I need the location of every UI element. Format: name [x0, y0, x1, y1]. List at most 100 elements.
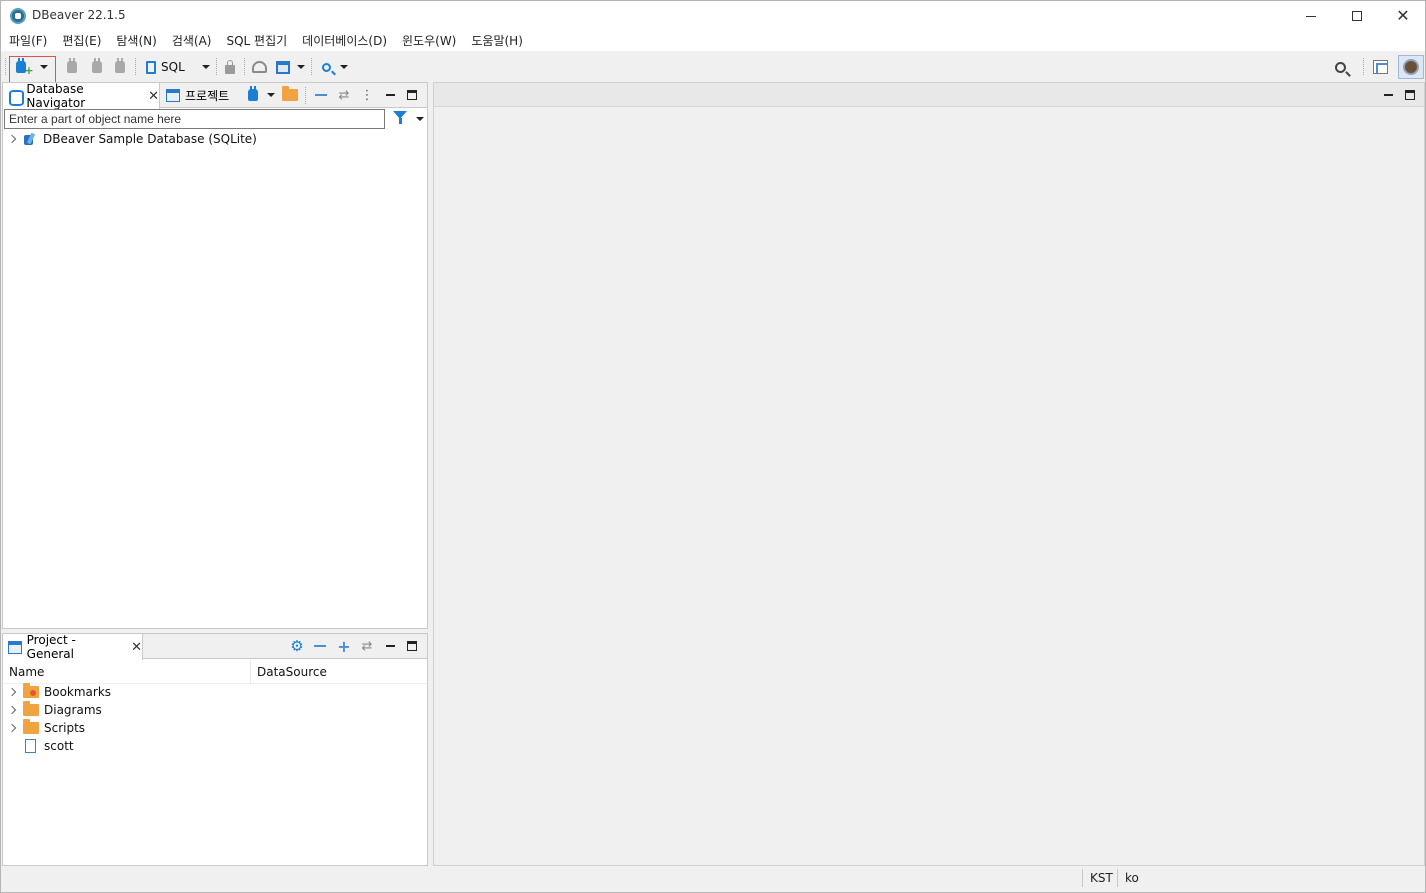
project-item-diagrams[interactable]: Diagrams [7, 700, 102, 719]
project-item-scott[interactable]: scott [9, 737, 74, 755]
link-with-editor-button[interactable]: ⇄ [358, 638, 376, 654]
maximize-panel-button[interactable] [405, 88, 419, 102]
menu-file[interactable]: 파일(F) [3, 31, 53, 51]
tree-item-label: Diagrams [44, 703, 102, 717]
status-bar: KST ko [1, 867, 1425, 892]
window-title: DBeaver 22.1.5 [32, 8, 126, 22]
sql-editor-button[interactable]: SQL [146, 56, 191, 78]
search-icon [321, 62, 331, 72]
close-icon[interactable]: ✕ [148, 89, 159, 104]
menu-window[interactable]: 윈도우(W) [396, 31, 462, 51]
chevron-right-icon[interactable] [7, 723, 17, 733]
project-item-bookmarks[interactable]: Bookmarks [7, 682, 112, 701]
maximize-icon [407, 641, 417, 651]
tab-label: 프로젝트 [185, 89, 230, 103]
plus-icon: + [24, 63, 34, 77]
reconnect-icon [92, 58, 102, 73]
connect-button[interactable] [63, 56, 81, 78]
menu-navigate[interactable]: 탐색(N) [110, 31, 162, 51]
menu-edit[interactable]: 편집(E) [56, 31, 107, 51]
chevron-right-icon[interactable] [7, 687, 17, 697]
dbeaver-window: DBeaver 22.1.5 ✕ 파일(F) 편집(E) 탐색(N) 검색(A)… [0, 0, 1426, 893]
chevron-right-icon[interactable] [7, 134, 17, 144]
collapse-all-button[interactable] [312, 639, 328, 653]
maximize-button[interactable] [1334, 1, 1380, 31]
editor-area [433, 82, 1425, 866]
new-connection-dropdown[interactable] [265, 88, 277, 102]
new-connection-button[interactable]: + [15, 56, 35, 78]
chevron-down-icon [202, 65, 210, 69]
project-icon [8, 640, 22, 654]
menu-sql-editor[interactable]: SQL 편집기 [220, 31, 293, 51]
new-folder-button[interactable] [281, 86, 299, 102]
tree-item-label: Bookmarks [44, 685, 112, 699]
plug-icon [248, 86, 258, 101]
file-icon [25, 739, 36, 753]
link-with-editor-button[interactable]: ⇄ [335, 88, 353, 103]
toolbar-separator [244, 58, 245, 75]
menu-help[interactable]: 도움말(H) [465, 31, 529, 51]
chevron-right-icon[interactable] [7, 705, 17, 715]
transaction-dropdown[interactable] [295, 56, 307, 78]
maximize-panel-button[interactable] [405, 639, 419, 653]
collapse-all-icon [315, 94, 327, 96]
minimize-editor-button[interactable] [1381, 88, 1395, 102]
scripts-folder-icon [23, 718, 39, 735]
collapse-all-button[interactable] [313, 88, 329, 102]
column-header-name[interactable]: Name [3, 660, 251, 684]
chevron-down-icon [297, 65, 305, 69]
reconnect-button[interactable] [87, 56, 107, 78]
view-menu-button[interactable]: ⋮ [361, 88, 374, 103]
project-general-panel: Project - General ✕ ⚙ + ⇄ Name DataSourc… [2, 633, 428, 866]
menu-database[interactable]: 데이터베이스(D) [296, 31, 393, 51]
new-connection-dropdown[interactable] [38, 56, 50, 78]
link-with-editor-icon: ⇄ [361, 638, 373, 654]
expand-all-button[interactable]: + [336, 636, 352, 656]
maximize-icon [1405, 90, 1415, 100]
new-connection-button[interactable] [245, 86, 261, 102]
editor-tabbar [434, 83, 1424, 107]
project-tabbar: Project - General ✕ ⚙ + ⇄ [3, 633, 427, 661]
configure-button[interactable]: ⚙ [289, 637, 305, 655]
search-dropdown[interactable] [338, 56, 350, 78]
minimize-panel-button[interactable] [383, 88, 397, 102]
gauge-icon [251, 61, 267, 73]
minimize-button[interactable] [1288, 1, 1334, 31]
main-toolbar: + SQL [1, 51, 1425, 83]
expand-all-icon: + [337, 636, 351, 656]
database-icon [8, 89, 25, 106]
transaction-log-button[interactable] [273, 56, 293, 78]
tab-database-navigator[interactable]: Database Navigator ✕ [3, 82, 160, 110]
status-locale: ko [1125, 871, 1139, 885]
close-icon: ✕ [1396, 6, 1410, 25]
transaction-lock-button[interactable] [221, 56, 239, 78]
navigator-tabbar: Database Navigator ✕ 프로젝트 ⇄ ⋮ [3, 82, 427, 110]
search-button[interactable] [317, 56, 335, 78]
tab-label: Database Navigator [26, 82, 86, 110]
column-header-datasource[interactable]: DataSource [251, 660, 427, 684]
maximize-editor-button[interactable] [1403, 88, 1417, 102]
transaction-mode-button[interactable] [249, 56, 269, 78]
minimize-panel-button[interactable] [383, 639, 397, 653]
dbeaver-perspective-button[interactable] [1398, 55, 1424, 79]
project-item-scripts[interactable]: Scripts [7, 718, 85, 737]
chevron-down-icon[interactable] [416, 117, 424, 121]
tab-projects[interactable]: 프로젝트 [161, 83, 241, 108]
chevron-down-icon [267, 93, 275, 97]
folder-add-icon [282, 86, 298, 101]
menu-search[interactable]: 검색(A) [166, 31, 218, 51]
sql-editor-dropdown[interactable] [200, 56, 212, 78]
close-button[interactable]: ✕ [1380, 1, 1426, 31]
quick-search-button[interactable] [1329, 56, 1351, 78]
tree-item-sample-database[interactable]: DBeaver Sample Database (SQLite) [7, 130, 257, 148]
disconnect-button[interactable] [111, 56, 129, 78]
maximize-icon [407, 90, 417, 100]
minimize-icon [1383, 94, 1393, 96]
tab-label: Project - General [26, 633, 76, 661]
close-icon[interactable]: ✕ [131, 640, 142, 655]
open-perspective-button[interactable] [1369, 56, 1391, 78]
menu-bar: 파일(F) 편집(E) 탐색(N) 검색(A) SQL 편집기 데이터베이스(D… [1, 31, 1425, 51]
diagrams-folder-icon [23, 700, 39, 717]
tab-project-general[interactable]: Project - General ✕ [3, 633, 143, 661]
navigator-filter-input[interactable] [4, 109, 385, 129]
